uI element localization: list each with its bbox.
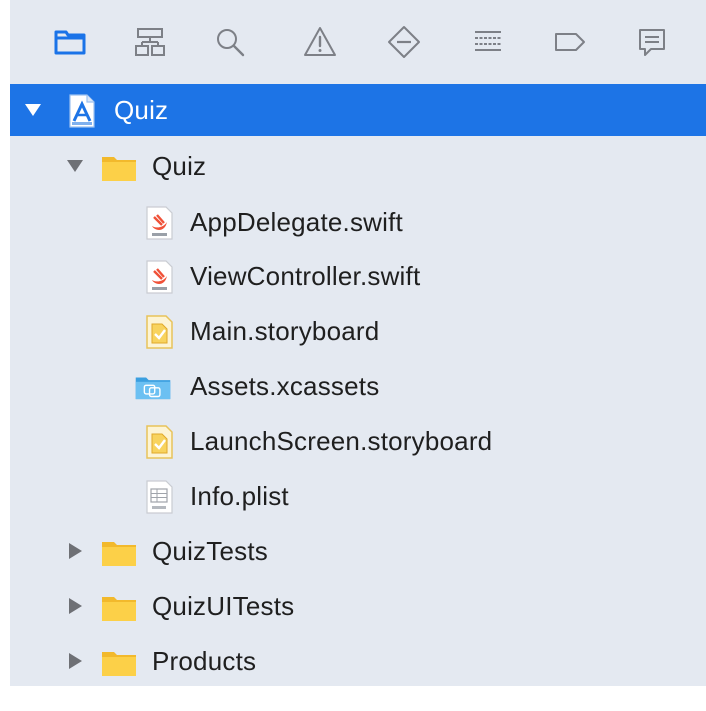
xcode-project-icon (62, 93, 100, 129)
tree-item-label: QuizUITests (152, 591, 295, 621)
warning-icon (304, 27, 336, 56)
tree-item-file[interactable]: LaunchScreen.storyboard (10, 415, 706, 467)
disclosure-collapsed-icon[interactable] (66, 651, 84, 671)
storyboard-file-icon (140, 314, 178, 350)
swift-file-icon (140, 259, 178, 295)
tree-item-label: Products (152, 646, 257, 676)
report-message-icon (639, 29, 665, 56)
tree-item-label: Assets.xcassets (190, 371, 380, 401)
tree-item-label: Quiz (152, 151, 207, 181)
tree-item-label: Quiz (114, 95, 169, 125)
tree-item-label: Info.plist (190, 481, 289, 511)
test-diamond-icon (388, 26, 420, 58)
navigator-toolbar (10, 0, 706, 84)
debug-list-icon (475, 31, 501, 51)
folder-icon (100, 589, 138, 625)
tree-item-file[interactable]: ViewController.swift (10, 250, 706, 302)
report-navigator-tab[interactable] (632, 24, 672, 60)
breakpoint-navigator-tab[interactable] (550, 24, 590, 60)
tree-item-label: ViewController.swift (190, 261, 421, 291)
tree-item-label: QuizTests (152, 536, 268, 566)
tree-item-group-quiz[interactable]: Quiz (10, 140, 706, 192)
debug-navigator-tab[interactable] (468, 24, 508, 60)
folder-icon (100, 534, 138, 570)
tree-item-group-products[interactable]: Products (10, 635, 706, 687)
storyboard-file-icon (140, 424, 178, 460)
folder-icon (100, 644, 138, 680)
issue-navigator-tab[interactable] (300, 24, 340, 60)
assets-folder-icon (134, 369, 172, 405)
tree-item-label: AppDelegate.swift (190, 207, 403, 237)
tree-item-group-quizuitests[interactable]: QuizUITests (10, 580, 706, 632)
hierarchy-icon (135, 28, 165, 56)
search-icon (217, 29, 245, 57)
tree-item-file[interactable]: Main.storyboard (10, 305, 706, 357)
disclosure-expanded-icon[interactable] (66, 156, 84, 176)
breakpoint-icon (555, 33, 585, 51)
tree-item-file[interactable]: Info.plist (10, 470, 706, 522)
tree-item-project-quiz[interactable]: Quiz (10, 84, 706, 136)
tree-item-file[interactable]: AppDelegate.swift (10, 196, 706, 248)
folder-icon (100, 149, 138, 185)
disclosure-collapsed-icon[interactable] (66, 596, 84, 616)
tree-item-file[interactable]: Assets.xcassets (10, 360, 706, 412)
find-navigator-tab[interactable] (210, 24, 250, 60)
project-navigator: Quiz Quiz AppDelegate.swift ViewControll… (10, 0, 706, 686)
tree-item-label: LaunchScreen.storyboard (190, 426, 493, 456)
disclosure-expanded-icon[interactable] (24, 100, 42, 120)
tree-item-group-quiztests[interactable]: QuizTests (10, 525, 706, 577)
swift-file-icon (140, 205, 178, 241)
project-navigator-tab[interactable] (50, 24, 90, 60)
plist-file-icon (140, 479, 178, 515)
symbol-navigator-tab[interactable] (130, 24, 170, 60)
disclosure-collapsed-icon[interactable] (66, 541, 84, 561)
tree-item-label: Main.storyboard (190, 316, 380, 346)
folder-icon (54, 30, 86, 55)
test-navigator-tab[interactable] (384, 24, 424, 60)
